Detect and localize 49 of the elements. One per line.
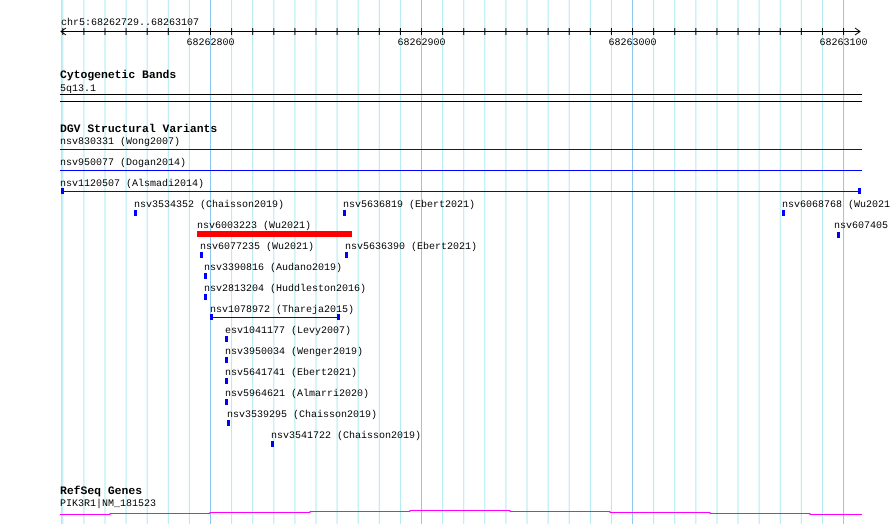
tick-label: 68262800: [186, 38, 234, 49]
variant-label: nsv6077235 (Wu2021): [200, 242, 314, 253]
variant-bar[interactable]: [837, 232, 840, 238]
variant-bar[interactable]: [225, 399, 228, 405]
tick-label: 68263000: [608, 38, 657, 49]
variant-label: esv1041177 (Levy2007): [225, 326, 352, 337]
region-label: chr5:68262729..68263107: [61, 18, 200, 29]
variant-bar[interactable]: [204, 273, 207, 279]
gene-model-line[interactable]: [60, 510, 862, 515]
variant-bar[interactable]: [200, 252, 203, 258]
variant-label: nsv6068768 (Wu2021: [782, 200, 890, 211]
variant-span[interactable]: [61, 188, 861, 194]
variant-label: nsv950077 (Dogan2014): [60, 158, 186, 169]
variant-bar[interactable]: [225, 378, 228, 384]
variant-bar[interactable]: [204, 294, 207, 300]
variant-bar[interactable]: [271, 441, 274, 447]
variant-label: nsv607405: [834, 221, 888, 232]
variant-label: nsv5636819 (Ebert2021): [343, 200, 476, 211]
variant-line[interactable]: [60, 170, 862, 171]
variant-label: nsv3390816 (Audano2019): [204, 263, 342, 274]
variant-bar[interactable]: [134, 210, 137, 216]
variant-label: nsv3541722 (Chaisson2019): [271, 431, 422, 442]
track-title: RefSeq Genes: [60, 486, 142, 498]
variant-label: nsv1120507 (Alsmadi2014): [60, 179, 204, 190]
tick-label: 68263100: [820, 38, 868, 49]
variant-label: nsv830331 (Wong2007): [60, 137, 180, 148]
variant-bar[interactable]: [782, 210, 785, 216]
variant-line[interactable]: [60, 149, 862, 150]
variant-bar[interactable]: [197, 231, 352, 237]
variant-label: nsv6003223 (Wu2021): [197, 221, 312, 232]
band-label: 5q13.1: [60, 84, 96, 95]
variant-label: nsv5641741 (Ebert2021): [225, 368, 358, 379]
track-title: DGV Structural Variants: [60, 124, 218, 136]
variant-label: nsv3534352 (Chaisson2019): [134, 200, 284, 211]
variant-label: nsv1078972 (Thareja2015): [210, 305, 354, 316]
variant-label: nsv3539295 (Chaisson2019): [227, 410, 378, 421]
variant-bar[interactable]: [343, 210, 346, 216]
variant-label: nsv5636390 (Ebert2021): [345, 242, 478, 253]
variant-label: nsv3950034 (Wenger2019): [225, 347, 364, 358]
variant-label: nsv2813204 (Huddleston2016): [204, 284, 366, 295]
variant-bar[interactable]: [345, 252, 348, 258]
tick-label: 68262900: [398, 38, 446, 49]
variant-bar[interactable]: [225, 336, 228, 342]
track-title: Cytogenetic Bands: [60, 70, 176, 82]
variant-label: nsv5964621 (Almarri2020): [225, 389, 370, 400]
variant-span[interactable]: [210, 314, 340, 320]
gene-label: PIK3R1|NM_181523: [60, 499, 156, 510]
variant-bar[interactable]: [227, 420, 230, 426]
variant-bar[interactable]: [225, 357, 228, 363]
